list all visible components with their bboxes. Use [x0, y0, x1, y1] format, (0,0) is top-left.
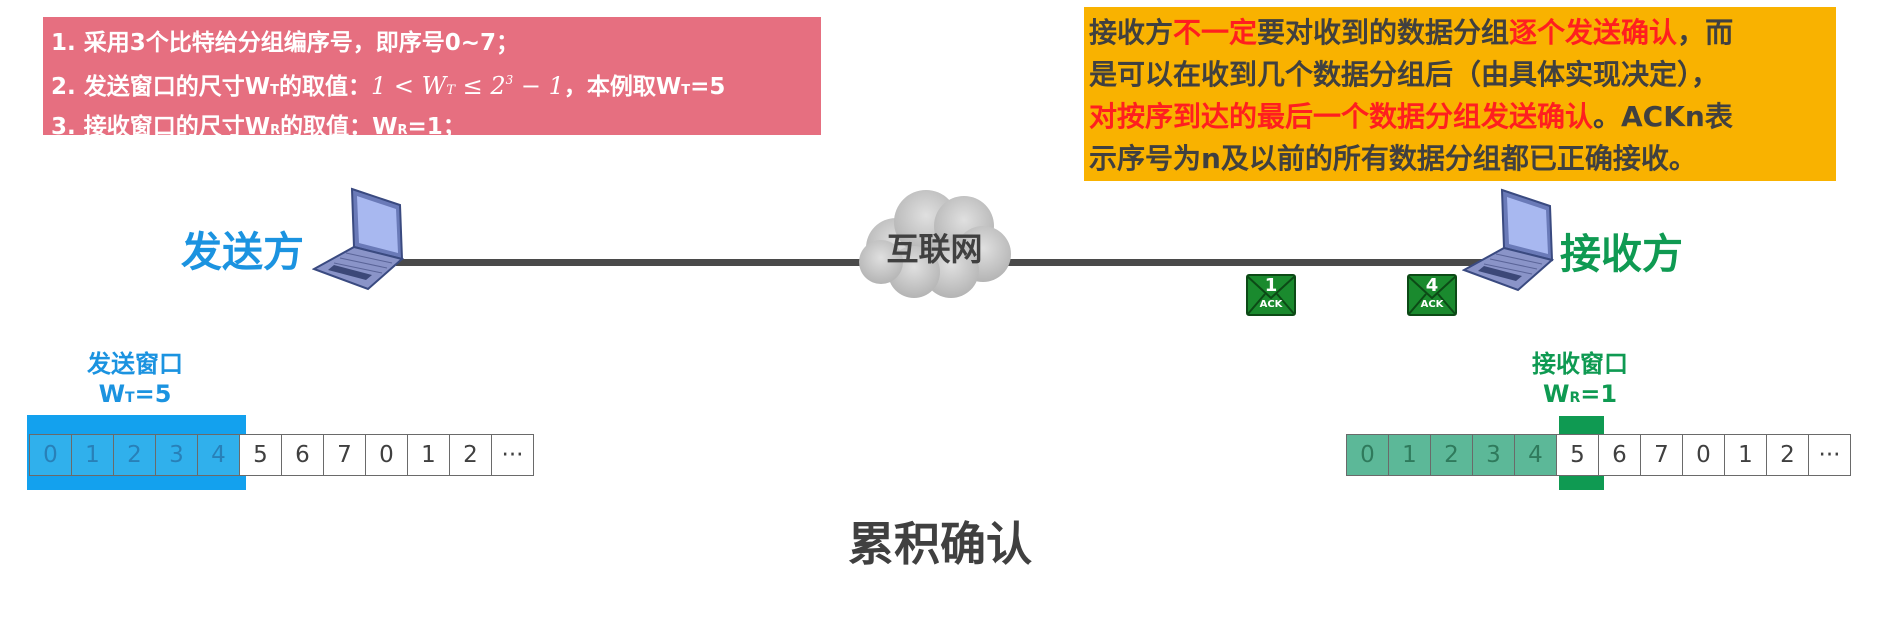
- seq-cell: 5: [1556, 434, 1599, 476]
- seq-cell: 3: [155, 434, 198, 476]
- recv-window-title: 接收窗口: [1532, 350, 1628, 378]
- seq-cell: ···: [491, 434, 534, 476]
- note-line-2: 是可以在收到几个数据分组后（由具体实现决定），: [1089, 58, 1720, 91]
- seq-cell: 4: [1514, 434, 1557, 476]
- note-line-1: 接收方不一定要对收到的数据分组逐个发送确认，而: [1089, 16, 1734, 49]
- seq-cell: 7: [1640, 434, 1683, 476]
- constraint-line-3: 3. 接收窗口的尺寸WR的取值：WR=1；: [51, 114, 466, 140]
- sender-laptop-icon: [312, 187, 405, 291]
- seq-cell: 1: [71, 434, 114, 476]
- recv-sequence: 0 1 2 3 4 5 6 7 0 1 2 ···: [1346, 434, 1851, 476]
- send-window-size: WT=5: [98, 380, 172, 408]
- seq-cell: 2: [113, 434, 156, 476]
- receiver-label: 接收方: [1560, 230, 1683, 278]
- send-window-formula: 1 < WT ≤ 23 − 1: [371, 72, 564, 100]
- note-line-4: 示序号为n及以前的所有数据分组都已正确接收。: [1089, 142, 1697, 175]
- recv-window-size: WR=1: [1542, 380, 1618, 408]
- constraint-line-2: 2. 发送窗口的尺寸WT的取值：1 < WT ≤ 23 − 1，本例取WT=5: [51, 72, 726, 100]
- ack-number: 1: [1264, 275, 1278, 296]
- ack-1-envelope: 1 ACK: [1246, 274, 1296, 316]
- diagram-caption: 累积确认: [848, 517, 1032, 571]
- seq-cell: 2: [1766, 434, 1809, 476]
- constraint-line-1: 1. 采用3个比特给分组编序号，即序号0~7；: [51, 30, 520, 56]
- ack-4-envelope: 4 ACK: [1407, 274, 1457, 316]
- seq-cell: 3: [1472, 434, 1515, 476]
- internet-label: 互联网: [886, 230, 983, 268]
- ack-label: ACK: [1420, 299, 1444, 310]
- seq-cell: 4: [197, 434, 240, 476]
- send-window-title: 发送窗口: [87, 350, 183, 378]
- sender-label: 发送方: [181, 228, 304, 276]
- seq-cell: 0: [365, 434, 408, 476]
- cumulative-ack-note: 接收方不一定要对收到的数据分组逐个发送确认，而 是可以在收到几个数据分组后（由具…: [1084, 7, 1836, 181]
- seq-cell: 5: [239, 434, 282, 476]
- note-line-3: 对按序到达的最后一个数据分组发送确认。ACKn表: [1089, 100, 1733, 133]
- seq-cell: 0: [1682, 434, 1725, 476]
- seq-cell: 7: [323, 434, 366, 476]
- receiver-laptop-icon: [1462, 188, 1555, 292]
- seq-cell: 1: [407, 434, 450, 476]
- constraints-box: 1. 采用3个比特给分组编序号，即序号0~7； 2. 发送窗口的尺寸WT的取值：…: [43, 17, 821, 140]
- seq-cell: 2: [449, 434, 492, 476]
- seq-cell: 2: [1430, 434, 1473, 476]
- seq-cell: 6: [1598, 434, 1641, 476]
- send-sequence: 0 1 2 3 4 5 6 7 0 1 2 ···: [29, 434, 534, 476]
- ack-number: 4: [1425, 275, 1439, 296]
- seq-cell: 0: [1346, 434, 1389, 476]
- seq-cell: 6: [281, 434, 324, 476]
- seq-cell: 1: [1724, 434, 1767, 476]
- seq-cell: 0: [29, 434, 72, 476]
- ack-label: ACK: [1259, 299, 1283, 310]
- seq-cell: 1: [1388, 434, 1431, 476]
- seq-cell: ···: [1808, 434, 1851, 476]
